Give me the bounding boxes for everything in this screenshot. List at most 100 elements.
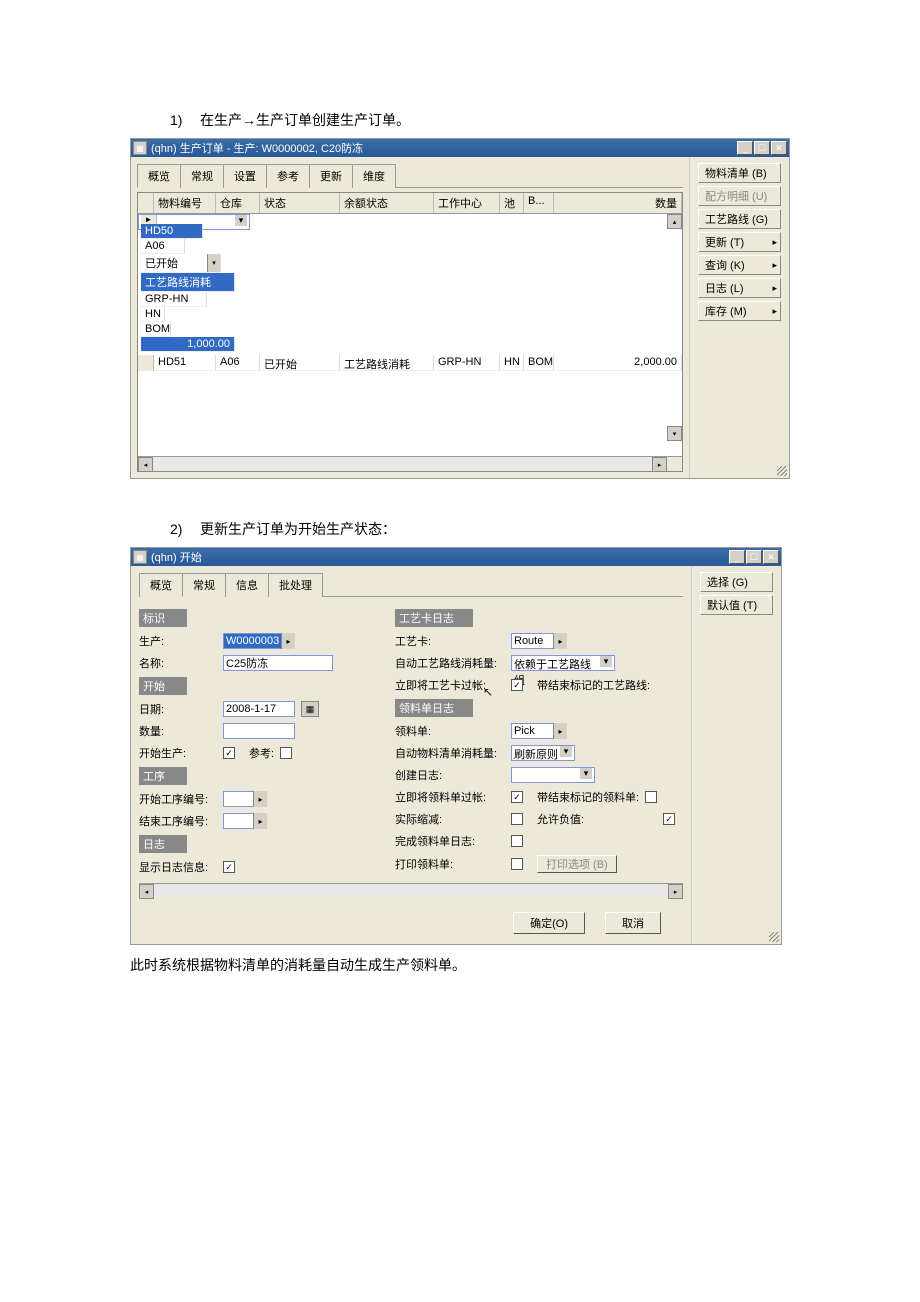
tab-reference[interactable]: 参考: [266, 164, 310, 188]
production-order-window: ▦ (qhn) 生产订单 - 生产: W0000002, C20防冻 _ ☐ ✕…: [130, 138, 790, 479]
col-balance[interactable]: 余额状态: [340, 193, 434, 213]
maximize-button[interactable]: ☐: [754, 141, 770, 155]
col-pool[interactable]: 池: [500, 193, 524, 213]
col-warehouse[interactable]: 仓库: [216, 193, 260, 213]
tab-overview-2[interactable]: 概览: [139, 573, 183, 597]
grid-row-0[interactable]: HD50 A06 已开始▾ 工艺路线消耗 GRP-HN HN BOM 1,000…: [138, 214, 250, 230]
autobom-select[interactable]: 刷新原则: [511, 745, 575, 761]
scroll-up-icon[interactable]: ▴: [667, 214, 682, 229]
minimize-button[interactable]: _: [737, 141, 753, 155]
createlog-label: 创建日志:: [395, 767, 505, 783]
maximize-button[interactable]: ☐: [746, 550, 762, 564]
autobom-label: 自动物料清单消耗量:: [395, 745, 505, 761]
sec-id-label: 标识: [139, 609, 187, 627]
tab-setup[interactable]: 设置: [223, 164, 267, 188]
createlog-select[interactable]: [511, 767, 595, 783]
startprod-checkbox[interactable]: ✓: [223, 747, 235, 759]
side-log-button[interactable]: 日志 (L): [698, 278, 781, 298]
lookup-icon[interactable]: ▸: [553, 633, 567, 649]
resize-grip-icon[interactable]: [769, 932, 779, 942]
date-input[interactable]: [223, 701, 295, 717]
lookup-icon[interactable]: ▸: [281, 633, 295, 649]
col-workcenter[interactable]: 工作中心: [434, 193, 500, 213]
ref-checkbox[interactable]: [280, 747, 292, 759]
titlebar-2[interactable]: ▦ (qhn) 开始 _ ☐ ✕: [131, 548, 781, 566]
cancel-button[interactable]: 取消: [605, 912, 661, 934]
scroll-right-icon[interactable]: ▸: [668, 884, 683, 899]
name-input[interactable]: [223, 655, 333, 671]
hscroll-track-2[interactable]: [154, 884, 668, 898]
sec-pick-label: 领料单日志: [395, 699, 473, 717]
tabs-2: 概览 常规 信息 批处理: [139, 572, 683, 597]
row-indicator-icon: [141, 215, 157, 224]
side-bom-button[interactable]: 物料清单 (B): [698, 163, 781, 183]
ref-label: 参考:: [249, 745, 274, 761]
tab-general-2[interactable]: 常规: [182, 573, 226, 597]
side-formula-button: 配方明细 (U): [698, 186, 781, 206]
col-bom[interactable]: B...: [524, 193, 554, 213]
calendar-icon[interactable]: ▦: [301, 701, 319, 717]
start-dialog-window: ▦ (qhn) 开始 _ ☐ ✕ 概览 常规 信息 批处理 标识 生产:: [130, 547, 782, 945]
lookup-icon[interactable]: ▸: [553, 723, 567, 739]
autoroute-select[interactable]: 依赖于工艺路线组: [511, 655, 615, 671]
scroll-right-icon[interactable]: ▸: [652, 457, 667, 472]
postpick-label: 立即将领料单过帐:: [395, 789, 505, 805]
window-icon: ▦: [133, 550, 147, 564]
side-update-button[interactable]: 更新 (T): [698, 232, 781, 252]
endpick-checkbox[interactable]: [645, 791, 657, 803]
close-button[interactable]: ✕: [771, 141, 787, 155]
step-2-text: 2)更新生产订单为开始生产状态：: [130, 519, 790, 539]
postcard-label: 立即将工艺卡过帐:: [395, 677, 505, 693]
neg-checkbox[interactable]: ✓: [663, 813, 675, 825]
grid-row-1[interactable]: HD51 A06 已开始 工艺路线消耗 GRP-HN HN BOM 2,000.…: [138, 355, 682, 371]
showlog-checkbox[interactable]: ✓: [223, 861, 235, 873]
scroll-left-icon[interactable]: ◂: [138, 457, 153, 472]
ok-button[interactable]: 确定(O): [513, 912, 585, 934]
scroll-left-icon[interactable]: ◂: [139, 884, 154, 899]
window-title-2: (qhn) 开始: [151, 549, 729, 565]
side-default-button[interactable]: 默认值 (T): [700, 595, 773, 615]
col-material[interactable]: 物料编号: [154, 193, 216, 213]
scroll-down-icon[interactable]: ▾: [667, 426, 682, 441]
opfrom-label: 开始工序编号:: [139, 791, 217, 807]
tab-general[interactable]: 常规: [180, 164, 224, 188]
side-query-button[interactable]: 查询 (K): [698, 255, 781, 275]
postpick-checkbox[interactable]: ✓: [511, 791, 523, 803]
lookup-icon[interactable]: ▸: [253, 791, 267, 807]
endpick-label: 带结束标记的领料单:: [537, 789, 639, 805]
side-stock-button[interactable]: 库存 (M): [698, 301, 781, 321]
tab-update[interactable]: 更新: [309, 164, 353, 188]
tab-overview[interactable]: 概览: [137, 164, 181, 188]
col-qty[interactable]: 数量: [554, 193, 682, 213]
tabs-1: 概览 常规 设置 参考 更新 维度: [137, 163, 683, 188]
resize-grip-icon[interactable]: [777, 466, 787, 476]
side-route-button[interactable]: 工艺路线 (G): [698, 209, 781, 229]
print-options-button: 打印选项 (B): [537, 855, 617, 873]
hscroll-track[interactable]: [153, 457, 652, 471]
showlog-label: 显示日志信息:: [139, 859, 217, 875]
footer-text: 此时系统根据物料清单的消耗量自动生成生产领料单。: [130, 955, 790, 975]
print-checkbox[interactable]: [511, 858, 523, 870]
tab-batch-2[interactable]: 批处理: [268, 573, 323, 597]
complete-checkbox[interactable]: [511, 835, 523, 847]
reduce-checkbox[interactable]: [511, 813, 523, 825]
close-button[interactable]: ✕: [763, 550, 779, 564]
step-1-text: 1)在生产→生产订单创建生产订单。: [130, 110, 790, 130]
route-label: 工艺卡:: [395, 633, 505, 649]
tab-info-2[interactable]: 信息: [225, 573, 269, 597]
sec-routecard-label: 工艺卡日志: [395, 609, 473, 627]
window-icon: ▦: [133, 141, 147, 155]
status-dropdown-icon[interactable]: ▾: [207, 254, 220, 272]
col-status[interactable]: 状态: [260, 193, 340, 213]
postcard-checkbox[interactable]: ✓: [511, 679, 523, 691]
qty-input[interactable]: [223, 723, 295, 739]
pick-label: 领料单:: [395, 723, 505, 739]
minimize-button[interactable]: _: [729, 550, 745, 564]
lookup-icon[interactable]: ▸: [253, 813, 267, 829]
sec-start-label: 开始: [139, 677, 187, 695]
tab-dimension[interactable]: 维度: [352, 164, 396, 188]
side-select-button[interactable]: 选择 (G): [700, 572, 773, 592]
window-title-1: (qhn) 生产订单 - 生产: W0000002, C20防冻: [151, 140, 737, 156]
titlebar-1[interactable]: ▦ (qhn) 生产订单 - 生产: W0000002, C20防冻 _ ☐ ✕: [131, 139, 789, 157]
reduce-label: 实际缩减:: [395, 811, 505, 827]
